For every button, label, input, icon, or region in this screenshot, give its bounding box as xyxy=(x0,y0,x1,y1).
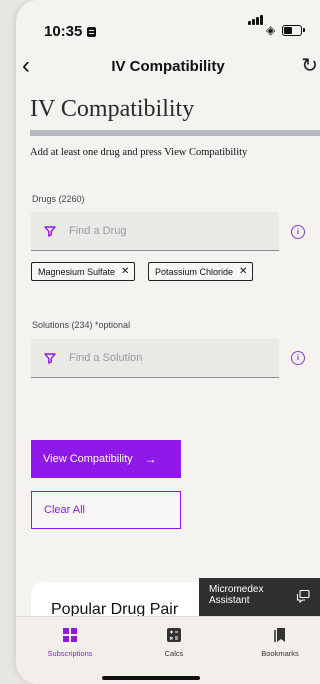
tab-bar: Subscriptions Calcs Bookmarks xyxy=(16,616,320,684)
chat-icon xyxy=(296,589,310,603)
solution-search-placeholder: Find a Solution xyxy=(69,352,143,364)
filter-icon xyxy=(44,353,56,364)
drug-search-input[interactable]: Find a Drug xyxy=(31,212,279,251)
home-indicator xyxy=(102,676,200,680)
remove-chip-icon[interactable]: ✕ xyxy=(239,266,247,277)
wifi-icon: ◈ xyxy=(266,23,276,37)
calculator-icon xyxy=(167,628,181,642)
status-time: 10:35 xyxy=(44,23,97,40)
drugs-label: Drugs (2260) xyxy=(32,194,85,204)
status-bar: 10:35 ◈ xyxy=(16,0,320,50)
drug-search-placeholder: Find a Drug xyxy=(69,225,127,237)
title-divider xyxy=(30,130,320,136)
tab-calcs[interactable]: Calcs xyxy=(134,627,214,658)
bookmarks-icon xyxy=(274,628,285,642)
nav-bar: ‹ IV Compatibility ↻ xyxy=(16,50,320,84)
tab-label: Subscriptions xyxy=(47,649,93,658)
tab-label: Calcs xyxy=(164,649,184,658)
selected-drug-chip: Magnesium Sulfate ✕ xyxy=(31,262,136,281)
clear-all-button[interactable]: Clear All xyxy=(31,491,181,529)
arrow-right-icon: → xyxy=(144,452,157,466)
battery-icon xyxy=(282,25,305,36)
assistant-button[interactable]: Micromedex Assistant xyxy=(199,578,320,616)
view-compatibility-label: View Compatibility xyxy=(43,453,133,465)
focus-icon xyxy=(87,27,97,37)
tab-subscriptions[interactable]: Subscriptions xyxy=(30,627,110,658)
tab-label: Bookmarks xyxy=(261,649,299,658)
chip-label: Magnesium Sulfate xyxy=(38,266,116,277)
remove-chip-icon[interactable]: ✕ xyxy=(121,266,129,277)
solutions-info-icon[interactable]: i xyxy=(291,351,305,365)
app-screen: 10:35 ◈ ‹ IV Compatibility ↻ IV Compatib… xyxy=(16,0,320,684)
nav-title: IV Compatibility xyxy=(111,58,225,75)
instruction-text: Add at least one drug and press View Com… xyxy=(30,147,248,158)
view-compatibility-button[interactable]: View Compatibility → xyxy=(31,440,181,478)
grid-icon xyxy=(63,628,77,642)
chip-label: Potassium Chloride xyxy=(155,266,234,277)
selected-drug-chip: Potassium Chloride ✕ xyxy=(148,262,254,281)
clear-all-label: Clear All xyxy=(44,504,85,516)
solutions-label: Solutions (234) *optional xyxy=(32,320,131,330)
solution-search-input[interactable]: Find a Solution xyxy=(31,339,279,378)
page-title: IV Compatibility xyxy=(30,96,195,122)
filter-icon xyxy=(44,226,56,237)
refresh-icon[interactable]: ↻ xyxy=(301,53,318,78)
tab-bookmarks[interactable]: Bookmarks xyxy=(240,627,320,658)
drugs-info-icon[interactable]: i xyxy=(291,225,305,239)
